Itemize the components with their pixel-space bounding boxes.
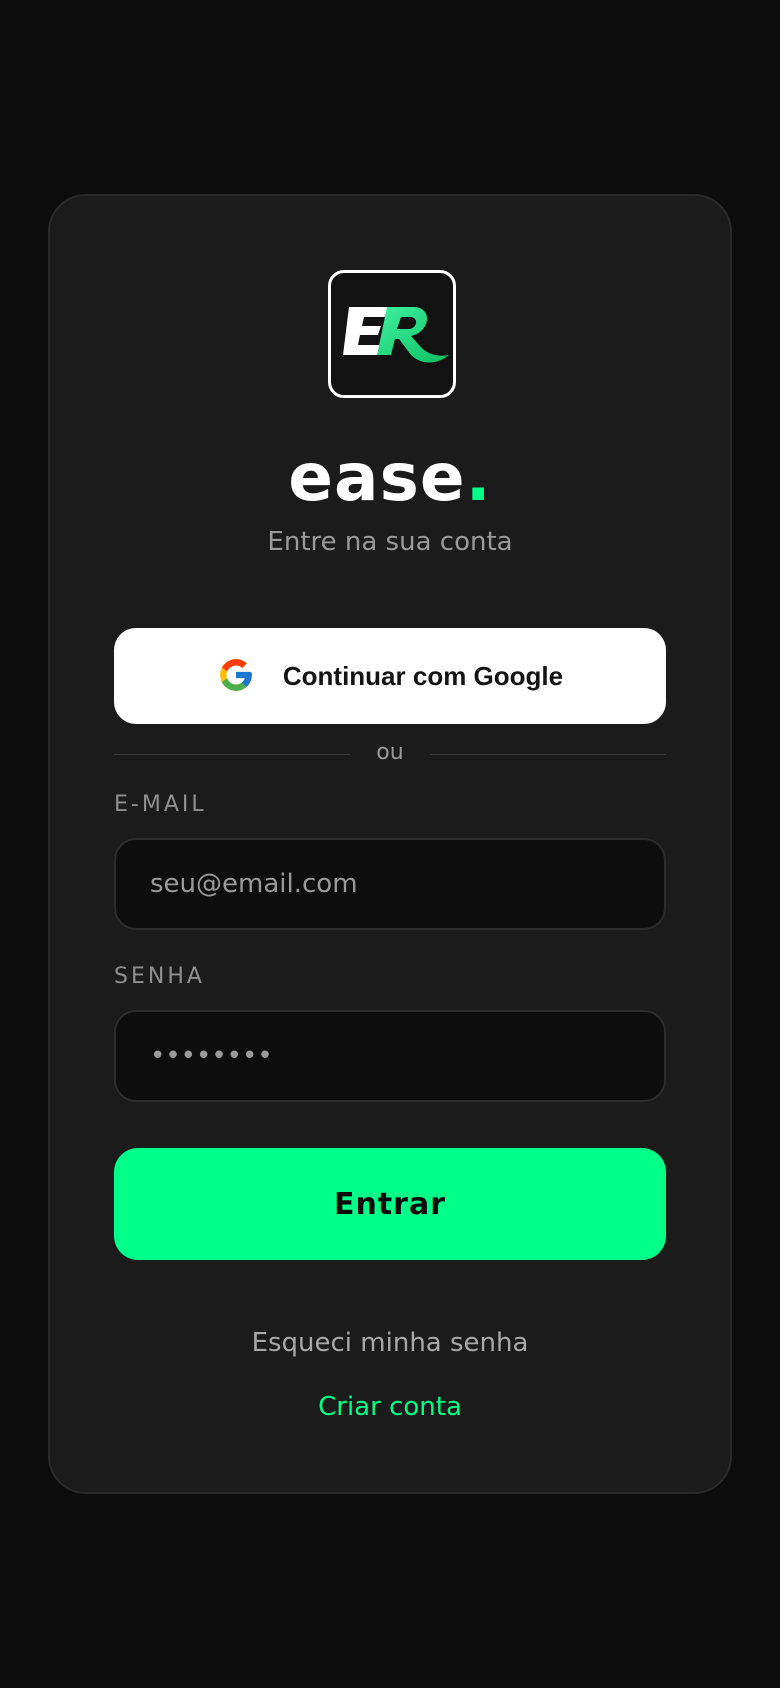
google-button-label: Continuar com Google xyxy=(282,660,564,691)
create-account-link[interactable]: Criar conta xyxy=(50,1392,730,1422)
or-divider: ou xyxy=(114,734,666,774)
page-subtitle: Entre na sua conta xyxy=(267,527,513,557)
password-field[interactable] xyxy=(114,1010,666,1102)
divider-line-right xyxy=(430,754,666,755)
password-label: SENHA xyxy=(114,964,205,989)
google-signin-button[interactable]: Continuar com Google xyxy=(114,628,666,724)
login-button[interactable]: Entrar xyxy=(114,1148,666,1260)
brand-dot: . xyxy=(465,439,492,516)
email-field[interactable] xyxy=(114,838,666,930)
brand-name: ease. xyxy=(50,442,730,514)
login-card: ease. Entre na sua conta Continuar com G… xyxy=(48,194,732,1494)
brand-word: ease xyxy=(288,439,466,516)
forgot-password-link[interactable]: Esqueci minha senha xyxy=(50,1328,730,1358)
email-label: E-MAIL xyxy=(114,792,207,817)
divider-text: ou xyxy=(376,740,404,765)
google-icon xyxy=(217,656,255,697)
er-logo-icon xyxy=(328,270,456,398)
